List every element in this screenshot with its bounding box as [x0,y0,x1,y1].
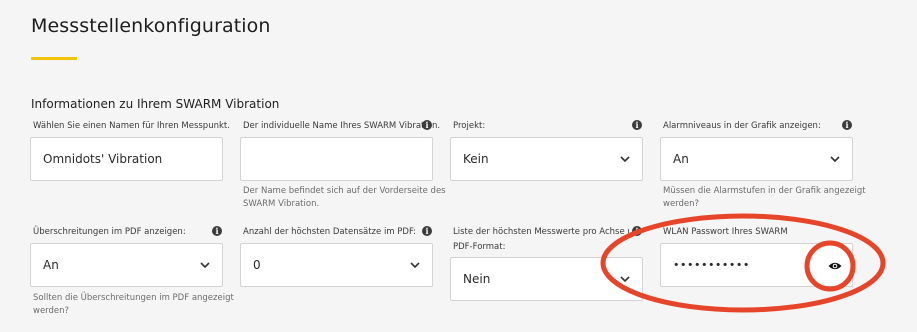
exceedances-pdf-label: Überschreitungen im PDF anzeigen: [33,227,186,237]
exceedances-pdf-hint-line1: Sollten die Überschreitungen im PDF ange… [33,293,234,303]
name-input[interactable]: Omnidots' Vibration [30,137,223,181]
peak-list-pdf-info-icon[interactable]: i [632,226,642,236]
alarm-levels-label: Alarmniveaus in der Grafik anzeigen: [663,121,821,131]
individual-name-hint-line2: SWARM Vibration. [243,199,320,209]
alarm-levels-hint-line2: werden? [663,199,700,209]
alarm-levels-hint-line1: Müssen die Alarmstufen in der Grafik ang… [663,186,866,196]
individual-name-input[interactable] [240,137,433,181]
name-field-label: Wählen Sie einen Namen für Ihren Messpun… [33,121,230,131]
alarm-levels-info-icon[interactable]: i [842,120,852,130]
section-title: Informationen zu Ihrem SWARM Vibration [31,97,280,111]
title-underline [31,57,77,60]
exceedances-pdf-info-icon[interactable]: i [212,226,222,236]
project-select-value: Kein [463,152,489,166]
peak-list-pdf-select[interactable]: Nein [450,257,643,301]
project-label: Projekt: [453,121,486,131]
wifi-password-label: WLAN Passwort Ihres SWARM [663,227,788,237]
chevron-down-icon [620,276,630,282]
individual-name-hint-line1: Der Name befindet sich auf der Vordersei… [243,186,446,196]
max-records-pdf-info-icon[interactable]: i [422,226,432,236]
chevron-down-icon [200,262,210,268]
peak-list-pdf-label-line2: PDF-Format: [453,242,506,252]
alarm-levels-select-value: An [673,152,689,166]
eye-icon[interactable] [828,261,842,271]
individual-name-info-icon[interactable]: i [422,120,432,130]
chevron-down-icon [410,262,420,268]
wifi-password-value: ••••••••••• [673,258,750,272]
project-select[interactable]: Kein [450,137,643,181]
peak-list-pdf-label-line1: Liste der höchsten Messwerte pro Achse u… [453,227,631,237]
page-title: Messstellenkonfiguration [31,15,271,37]
exceedances-pdf-select-value: An [43,258,59,272]
chevron-down-icon [620,156,630,162]
exceedances-pdf-hint-line2: werden? [33,306,70,316]
max-records-pdf-select-value: 0 [253,258,261,272]
alarm-levels-select[interactable]: An [660,137,853,181]
name-input-value: Omnidots' Vibration [43,152,163,166]
chevron-down-icon [830,156,840,162]
project-info-icon[interactable]: i [632,120,642,130]
individual-name-label: Der individuelle Name Ihres SWARM Vibrat… [243,121,441,131]
max-records-pdf-label: Anzahl der höchsten Datensätze im PDF: [243,227,417,237]
wifi-password-input[interactable]: ••••••••••• [660,243,853,287]
peak-list-pdf-select-value: Nein [463,272,491,286]
max-records-pdf-select[interactable]: 0 [240,243,433,287]
exceedances-pdf-select[interactable]: An [30,243,223,287]
